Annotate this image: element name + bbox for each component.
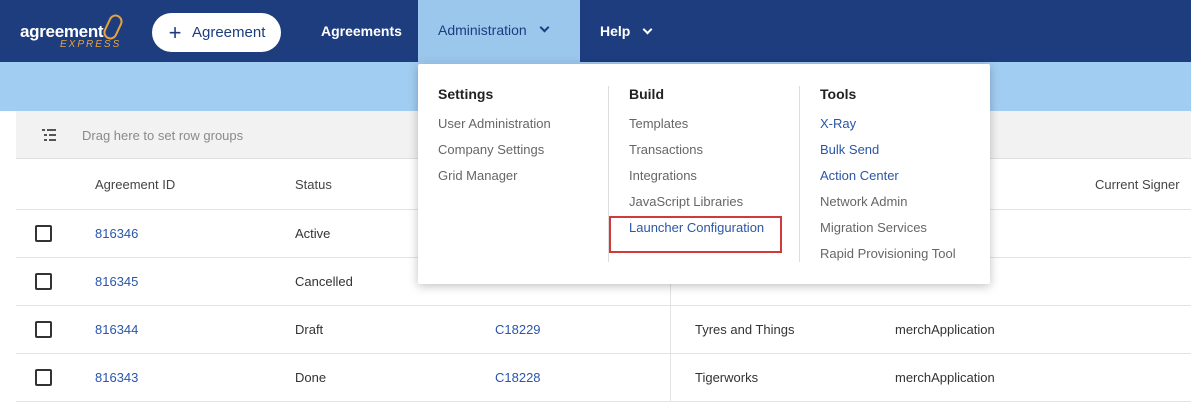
status-cell: Draft — [295, 322, 324, 337]
chevron-down-icon — [642, 24, 653, 34]
menu-item-transactions[interactable]: Transactions — [629, 142, 764, 168]
row-group-icon — [42, 129, 56, 141]
menu-item-x-ray[interactable]: X-Ray — [820, 116, 956, 142]
menu-column-tools: Tools X-Ray Bulk Send Action Center Netw… — [820, 86, 956, 272]
nav-administration[interactable]: Administration — [418, 0, 580, 62]
company-cell: Tyres and Things — [695, 322, 795, 337]
menu-divider — [799, 86, 800, 262]
status-cell: Cancelled — [295, 274, 353, 289]
agreement-id-link[interactable]: 816346 — [95, 226, 138, 241]
table-row[interactable]: 816343 Done C18228 Tigerworks merchAppli… — [16, 354, 1191, 402]
reference-link[interactable]: C18229 — [495, 322, 541, 337]
menu-item-network-admin[interactable]: Network Admin — [820, 194, 956, 220]
agreement-id-link[interactable]: 816345 — [95, 274, 138, 289]
nav-help[interactable]: Help — [600, 0, 653, 62]
menu-heading-tools: Tools — [820, 86, 857, 102]
menu-item-user-administration[interactable]: User Administration — [438, 116, 551, 142]
menu-item-integrations[interactable]: Integrations — [629, 168, 764, 194]
column-divider — [670, 306, 671, 354]
logo-subtitle: EXPRESS — [60, 39, 122, 50]
menu-heading-build: Build — [629, 86, 664, 102]
row-checkbox[interactable] — [35, 273, 52, 290]
menu-column-settings: Settings User Administration Company Set… — [438, 86, 551, 194]
application-cell: merchApplication — [895, 370, 995, 385]
chevron-down-icon — [539, 22, 550, 33]
agreement-id-link[interactable]: 816344 — [95, 322, 138, 337]
nav-administration-label: Administration — [438, 21, 527, 38]
menu-heading-settings: Settings — [438, 86, 494, 102]
nav-agreements[interactable]: Agreements — [321, 0, 402, 62]
menu-item-action-center[interactable]: Action Center — [820, 168, 956, 194]
status-cell: Done — [295, 370, 327, 385]
new-agreement-button[interactable]: + Agreement — [152, 13, 281, 52]
administration-dropdown-menu: Settings User Administration Company Set… — [418, 64, 990, 284]
row-checkbox[interactable] — [35, 369, 52, 386]
top-navigation-bar: agreement EXPRESS + Agreement Agreements… — [0, 0, 1191, 62]
reference-link[interactable]: C18228 — [495, 370, 541, 385]
menu-item-grid-manager[interactable]: Grid Manager — [438, 168, 551, 194]
company-cell: Tigerworks — [695, 370, 759, 385]
agreement-id-link[interactable]: 816343 — [95, 370, 138, 385]
row-checkbox[interactable] — [35, 225, 52, 242]
menu-item-templates[interactable]: Templates — [629, 116, 764, 142]
menu-item-rapid-provisioning-tool[interactable]: Rapid Provisioning Tool — [820, 246, 956, 272]
column-header-current-signer[interactable]: Current Signer — [1095, 177, 1180, 192]
nav-agreements-label: Agreements — [321, 23, 402, 39]
row-group-placeholder: Drag here to set row groups — [82, 128, 244, 143]
menu-item-company-settings[interactable]: Company Settings — [438, 142, 551, 168]
status-cell: Active — [295, 226, 331, 241]
table-row[interactable]: 816344 Draft C18229 Tyres and Things mer… — [16, 306, 1191, 354]
row-checkbox[interactable] — [35, 321, 52, 338]
paperclip-icon — [101, 12, 125, 42]
column-header-agreement-id[interactable]: Agreement ID — [95, 177, 175, 192]
menu-item-migration-services[interactable]: Migration Services — [820, 220, 956, 246]
nav-help-label: Help — [600, 23, 631, 39]
agreement-express-logo[interactable]: agreement EXPRESS — [20, 12, 132, 54]
menu-item-bulk-send[interactable]: Bulk Send — [820, 142, 956, 168]
column-header-status[interactable]: Status — [295, 177, 332, 192]
column-divider — [670, 354, 671, 402]
highlight-box — [609, 216, 782, 253]
new-agreement-label: Agreement — [192, 24, 266, 41]
application-cell: merchApplication — [895, 322, 995, 337]
plus-icon: + — [168, 19, 182, 45]
